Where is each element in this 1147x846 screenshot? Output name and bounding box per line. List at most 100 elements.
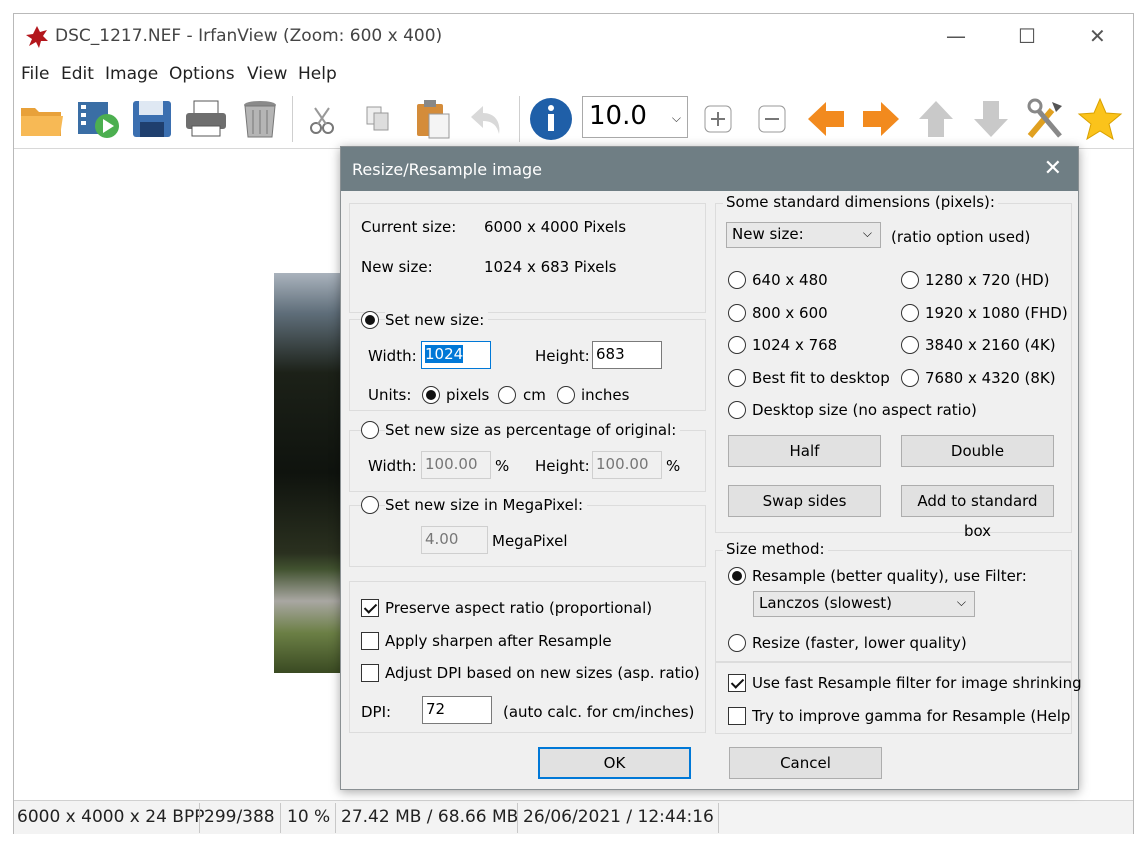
minimize-button[interactable]: — (946, 24, 966, 48)
zoom-in-icon[interactable] (694, 96, 742, 142)
set-new-size-radio[interactable] (361, 311, 379, 329)
maximize-button[interactable]: ☐ (1018, 24, 1036, 48)
menu-image[interactable]: Image (105, 64, 158, 84)
status-separator (517, 803, 518, 833)
menu-help[interactable]: Help (298, 64, 337, 84)
delete-trash-icon[interactable] (236, 96, 284, 142)
units-cm-radio[interactable] (498, 386, 516, 404)
menu-bar: File Edit Image Options View Help (14, 60, 1133, 88)
half-button[interactable]: Half (728, 435, 881, 467)
zoom-value: 10.0 (589, 101, 647, 131)
title-bar: DSC_1217.NEF - IrfanView (Zoom: 600 x 40… (14, 14, 1133, 60)
resize-resample-dialog: Resize/Resample image ✕ Current size: 60… (340, 146, 1082, 790)
paste-icon[interactable] (409, 96, 457, 142)
status-separator (199, 803, 200, 833)
zoom-out-icon[interactable] (748, 96, 796, 142)
set-megapixel-radio[interactable] (361, 496, 379, 514)
print-icon[interactable] (182, 96, 230, 142)
fast-resample-checkbox[interactable] (728, 674, 746, 692)
fast-resample-label: Use fast Resample filter for image shrin… (752, 674, 1082, 692)
irfanview-logo-icon (26, 26, 48, 48)
std-800x600-radio[interactable] (728, 304, 746, 322)
previous-arrow-icon[interactable] (802, 96, 850, 142)
menu-options[interactable]: Options (169, 64, 235, 84)
std-desktop-size-label: Desktop size (no aspect ratio) (752, 401, 977, 419)
improve-gamma-label: Try to improve gamma for Resample (Help … (752, 707, 1070, 725)
copy-icon[interactable] (354, 96, 402, 142)
filter-combobox[interactable]: Lanczos (slowest) ⌵ (753, 591, 975, 617)
dialog-title: Resize/Resample image (352, 160, 542, 179)
menu-edit[interactable]: Edit (61, 64, 94, 84)
units-label: Units: (368, 386, 412, 404)
megapixel-input[interactable]: 4.00 (421, 526, 488, 554)
menu-file[interactable]: File (21, 64, 49, 84)
favorite-star-icon[interactable] (1076, 96, 1124, 142)
resample-radio[interactable] (728, 567, 746, 585)
status-dimensions: 6000 x 4000 x 24 BPP (17, 807, 205, 827)
megapixel-unit: MegaPixel (492, 532, 568, 550)
add-standard-box-button[interactable]: Add to standard box (901, 485, 1054, 540)
next-arrow-icon[interactable] (857, 96, 905, 142)
std-640x480-label: 640 x 480 (752, 271, 828, 289)
save-icon[interactable] (128, 96, 176, 142)
status-separator (718, 803, 719, 833)
set-percentage-label: Set new size as percentage of original: (385, 421, 681, 439)
status-bar: 6000 x 4000 x 24 BPP 299/388 10 % 27.42 … (14, 800, 1133, 834)
units-inches-radio[interactable] (557, 386, 575, 404)
apply-sharpen-checkbox[interactable] (361, 632, 379, 650)
std-7680x4320-label: 7680 x 4320 (8K) (925, 369, 1056, 387)
improve-gamma-checkbox[interactable] (728, 707, 746, 725)
current-size-value: 6000 x 4000 Pixels (484, 218, 627, 236)
dialog-title-bar: Resize/Resample image ✕ (341, 147, 1078, 191)
std-1920x1080-radio[interactable] (901, 304, 919, 322)
status-separator (280, 803, 281, 833)
set-new-size-label: Set new size: (385, 311, 489, 329)
adjust-dpi-checkbox[interactable] (361, 664, 379, 682)
info-icon[interactable] (527, 96, 575, 142)
std-7680x4320-radio[interactable] (901, 369, 919, 387)
set-percentage-radio[interactable] (361, 421, 379, 439)
std-3840x2160-radio[interactable] (901, 336, 919, 354)
units-pixels-label: pixels (446, 386, 490, 404)
cut-scissors-icon[interactable] (299, 96, 347, 142)
resize-radio[interactable] (728, 634, 746, 652)
std-3840x2160-label: 3840 x 2160 (4K) (925, 336, 1056, 354)
size-method-title: Size method: (723, 540, 828, 558)
status-datetime: 26/06/2021 / 12:44:16 (523, 807, 714, 827)
dpi-input[interactable]: 72 (422, 696, 492, 724)
undo-icon[interactable] (463, 96, 511, 142)
double-button[interactable]: Double (901, 435, 1054, 467)
pct-height-input[interactable]: 100.00 (592, 451, 662, 479)
new-size-label: New size: (361, 258, 433, 276)
open-folder-icon[interactable] (18, 96, 66, 142)
std-1280x720-label: 1280 x 720 (HD) (925, 271, 1050, 289)
units-pixels-radio[interactable] (422, 386, 440, 404)
pct-width-input[interactable]: 100.00 (421, 451, 491, 479)
height-input[interactable]: 683 (592, 341, 662, 369)
std-1024x768-radio[interactable] (728, 336, 746, 354)
std-best-fit-radio[interactable] (728, 369, 746, 387)
properties-tools-icon[interactable] (1022, 96, 1070, 142)
swap-sides-button[interactable]: Swap sides (728, 485, 881, 517)
preserve-aspect-label: Preserve aspect ratio (proportional) (385, 599, 653, 617)
std-1024x768-label: 1024 x 768 (752, 336, 838, 354)
new-size-combobox[interactable]: New size: ⌵ (726, 222, 881, 248)
std-desktop-size-radio[interactable] (728, 401, 746, 419)
chevron-down-icon: ⌵ (862, 226, 872, 240)
slideshow-icon[interactable] (74, 96, 122, 142)
std-1280x720-radio[interactable] (901, 271, 919, 289)
adjust-dpi-label: Adjust DPI based on new sizes (asp. rati… (385, 664, 700, 682)
close-button[interactable]: ✕ (1089, 24, 1106, 48)
std-800x600-label: 800 x 600 (752, 304, 828, 322)
first-up-arrow-icon[interactable] (912, 96, 960, 142)
preserve-aspect-checkbox[interactable] (361, 599, 379, 617)
width-input[interactable]: 1024 (421, 341, 491, 369)
standard-dimensions-title: Some standard dimensions (pixels): (723, 193, 998, 211)
last-down-arrow-icon[interactable] (967, 96, 1015, 142)
dialog-close-icon[interactable]: ✕ (1044, 156, 1062, 181)
zoom-combobox[interactable]: 10.0 ⌵ (582, 96, 688, 138)
cancel-button[interactable]: Cancel (729, 747, 882, 779)
std-640x480-radio[interactable] (728, 271, 746, 289)
menu-view[interactable]: View (247, 64, 287, 84)
ok-button[interactable]: OK (538, 747, 691, 779)
